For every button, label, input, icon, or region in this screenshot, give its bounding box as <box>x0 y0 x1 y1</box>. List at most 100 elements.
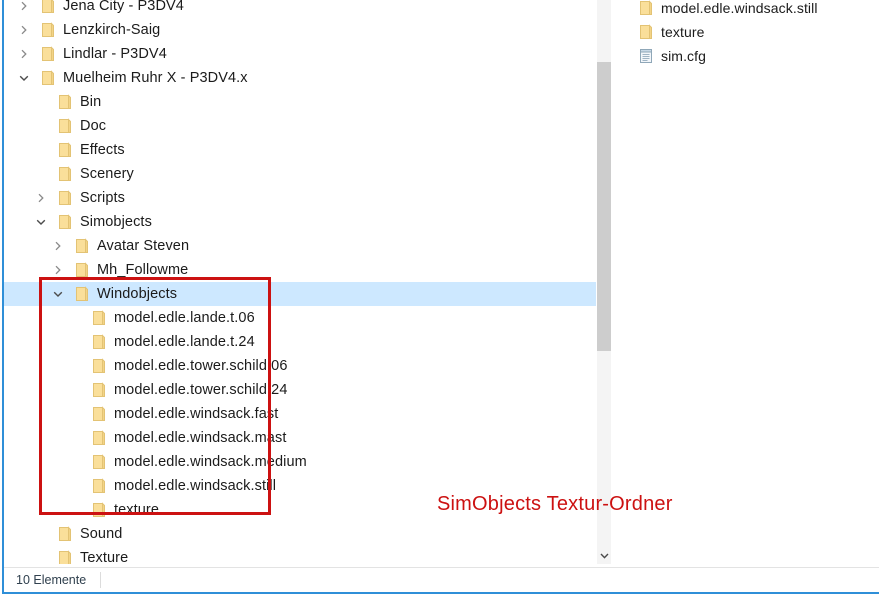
config-file-icon <box>640 49 652 63</box>
tree-item-icon <box>57 94 73 110</box>
file-list-pane[interactable]: model.edle.windsack.still texture sim.cfg <box>614 0 881 560</box>
tree-item-jena-city-p3dv4[interactable]: Jena City - P3DV4 <box>4 0 596 18</box>
file-list-item-icon <box>638 0 654 16</box>
file-list-item-label: sim.cfg <box>661 48 707 64</box>
tree-expander-placeholder <box>33 114 49 138</box>
tree-expander-toggle[interactable] <box>50 234 66 258</box>
tree-item-label: model.edle.tower.schild.06 <box>114 358 288 374</box>
tree-expander-toggle[interactable] <box>50 258 66 282</box>
tree-item-label: Jena City - P3DV4 <box>63 0 184 14</box>
tree-item-label: Windobjects <box>97 286 178 302</box>
file-list-item[interactable]: texture <box>638 20 705 44</box>
tree-item-model-edle-windsack-medium[interactable]: model.edle.windsack.medium <box>4 450 596 474</box>
tree-expander-placeholder <box>67 330 83 354</box>
tree-item-label: Texture <box>80 550 129 564</box>
file-list-item-label: texture <box>661 24 705 40</box>
tree-item-icon <box>91 334 107 350</box>
tree-item-sound[interactable]: Sound <box>4 522 596 546</box>
tree-expander-toggle[interactable] <box>33 186 49 210</box>
tree-expander-placeholder <box>67 474 83 498</box>
tree-item-icon <box>74 286 90 302</box>
folder-icon <box>76 238 88 253</box>
folder-icon <box>59 94 71 109</box>
tree-expander-placeholder <box>67 378 83 402</box>
tree-item-model-edle-windsack-fast[interactable]: model.edle.windsack.fast <box>4 402 596 426</box>
tree-item-icon <box>91 406 107 422</box>
window-frame-bottom-border <box>2 592 879 594</box>
tree-expander-placeholder <box>67 498 83 522</box>
tree-item-effects[interactable]: Effects <box>4 138 596 162</box>
tree-item-icon <box>57 118 73 134</box>
folder-icon <box>76 262 88 277</box>
tree-item-icon <box>57 550 73 564</box>
tree-item-label: Muelheim Ruhr X - P3DV4.x <box>63 70 248 86</box>
folder-icon <box>42 70 54 85</box>
tree-expander-toggle[interactable] <box>16 66 32 90</box>
tree-item-model-edle-tower-schild-06[interactable]: model.edle.tower.schild.06 <box>4 354 596 378</box>
tree-expander-placeholder <box>67 450 83 474</box>
tree-item-model-edle-tower-schild-24[interactable]: model.edle.tower.schild.24 <box>4 378 596 402</box>
tree-expander-placeholder <box>33 90 49 114</box>
scrollbar-down-arrow[interactable] <box>597 547 611 564</box>
tree-item-scenery[interactable]: Scenery <box>4 162 596 186</box>
file-list-item[interactable]: model.edle.windsack.still <box>638 0 818 20</box>
tree-item-icon <box>57 142 73 158</box>
tree-expander-placeholder <box>67 402 83 426</box>
tree-item-label: model.edle.lande.t.24 <box>114 334 255 350</box>
status-item-count: 10 Elemente <box>16 573 87 587</box>
folder-icon <box>59 214 71 229</box>
chevron-right-icon <box>55 265 61 275</box>
folder-icon <box>93 454 105 469</box>
tree-item-label: model.edle.windsack.medium <box>114 454 307 470</box>
tree-item-icon <box>91 430 107 446</box>
folder-icon <box>59 142 71 157</box>
tree-item-simobjects[interactable]: Simobjects <box>4 210 596 234</box>
file-list-item-icon <box>638 48 654 64</box>
tree-item-doc[interactable]: Doc <box>4 114 596 138</box>
tree-expander-toggle[interactable] <box>50 282 66 306</box>
tree-item-icon <box>57 214 73 230</box>
folder-icon <box>59 166 71 181</box>
scrollbar-thumb[interactable] <box>597 62 611 351</box>
tree-item-bin[interactable]: Bin <box>4 90 596 114</box>
tree-item-model-edle-windsack-mast[interactable]: model.edle.windsack.mast <box>4 426 596 450</box>
tree-expander-toggle[interactable] <box>16 0 32 18</box>
tree-item-scripts[interactable]: Scripts <box>4 186 596 210</box>
tree-item-model-edle-lande-t-24[interactable]: model.edle.lande.t.24 <box>4 330 596 354</box>
tree-item-windobjects[interactable]: Windobjects <box>4 282 596 306</box>
tree-expander-toggle[interactable] <box>16 18 32 42</box>
tree-item-lenzkirch-saig[interactable]: Lenzkirch-Saig <box>4 18 596 42</box>
tree-expander-placeholder <box>33 546 49 564</box>
tree-item-label: Doc <box>80 118 107 134</box>
tree-item-label: Scenery <box>80 166 134 182</box>
tree-item-lindlar-p3dv4[interactable]: Lindlar - P3DV4 <box>4 42 596 66</box>
tree-expander-toggle[interactable] <box>33 210 49 234</box>
tree-item-muelheim-ruhr-x-p3dv4-x[interactable]: Muelheim Ruhr X - P3DV4.x <box>4 66 596 90</box>
folder-icon <box>93 334 105 349</box>
tree-item-icon <box>91 310 107 326</box>
folder-icon <box>42 0 54 13</box>
tree-item-icon <box>40 22 56 38</box>
folder-icon <box>59 190 71 205</box>
tree-item-icon <box>91 454 107 470</box>
tree-item-label: Lindlar - P3DV4 <box>63 46 167 62</box>
tree-item-label: Lenzkirch-Saig <box>63 22 161 38</box>
tree-item-icon <box>91 478 107 494</box>
vertical-scrollbar[interactable] <box>597 0 611 564</box>
tree-item-label: Scripts <box>80 190 126 206</box>
tree-item-label: model.edle.tower.schild.24 <box>114 382 288 398</box>
tree-item-icon <box>40 46 56 62</box>
tree-expander-toggle[interactable] <box>16 42 32 66</box>
folder-tree-pane[interactable]: Jena City - P3DV4 Lenzkirch-Saig Lindlar -… <box>4 0 596 564</box>
tree-item-icon <box>40 0 56 14</box>
folder-icon <box>42 22 54 37</box>
tree-item-icon <box>57 166 73 182</box>
tree-item-avatar-steven[interactable]: Avatar Steven <box>4 234 596 258</box>
tree-item-texture[interactable]: Texture <box>4 546 596 564</box>
status-bar: 10 Elemente <box>4 567 879 592</box>
tree-item-model-edle-lande-t-06[interactable]: model.edle.lande.t.06 <box>4 306 596 330</box>
annotation-label: SimObjects Textur-Ordner <box>437 493 673 515</box>
tree-item-icon <box>74 262 90 278</box>
file-list-item[interactable]: sim.cfg <box>638 44 706 68</box>
tree-item-mh-followme[interactable]: Mh_Followme <box>4 258 596 282</box>
